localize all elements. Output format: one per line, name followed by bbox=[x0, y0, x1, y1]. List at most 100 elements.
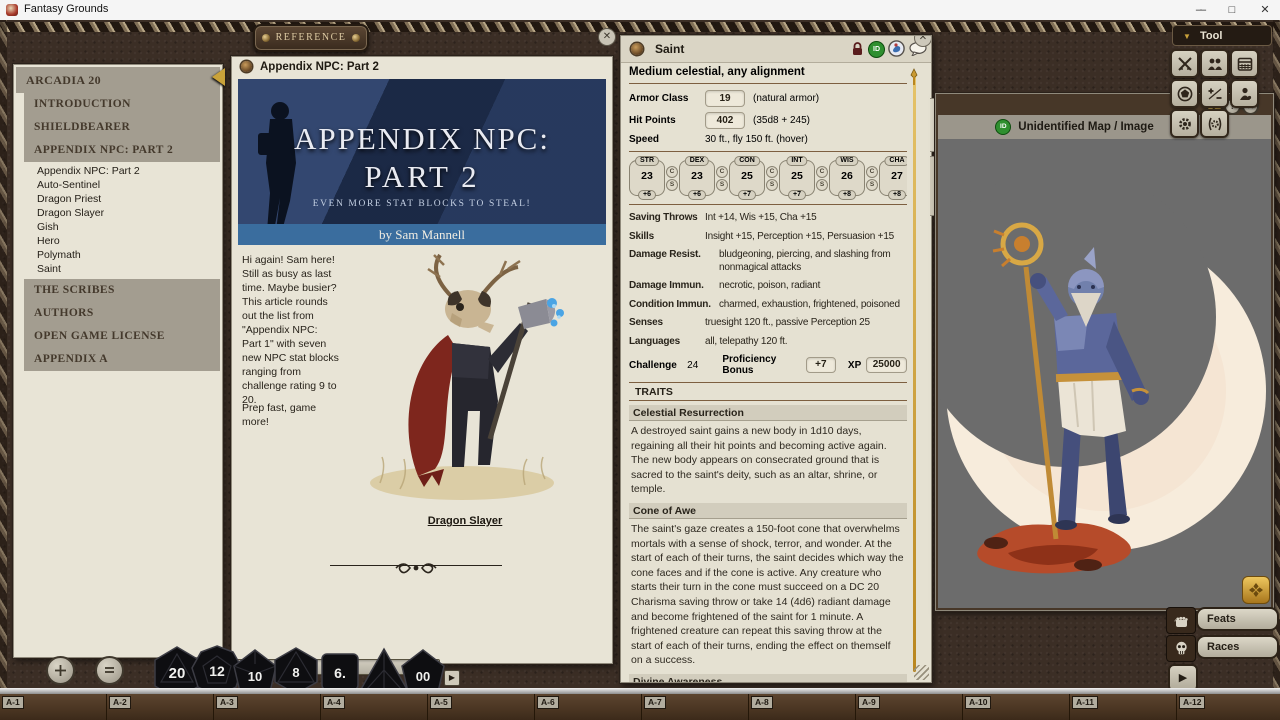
sidebar-item-open-game-license[interactable]: OPEN GAME LICENSE bbox=[24, 325, 220, 348]
sidebar-item-appendix-npc2[interactable]: APPENDIX NPC: PART 2 bbox=[24, 139, 220, 162]
die-d6[interactable]: 6. bbox=[319, 651, 361, 693]
saint-window-titlebar[interactable]: Saint ID ✕ bbox=[621, 36, 931, 63]
saint-scrollbar[interactable] bbox=[913, 76, 916, 672]
feats-icon-tile[interactable] bbox=[1166, 607, 1196, 634]
token-icon[interactable] bbox=[888, 40, 905, 57]
ability-mod[interactable]: +8 bbox=[888, 190, 906, 200]
sidebar-item-auto-sentinel[interactable]: Auto-Sentinel bbox=[24, 178, 223, 192]
maximize-button[interactable]: □ bbox=[1217, 0, 1247, 20]
ability-save-button[interactable]: S bbox=[666, 179, 678, 191]
races-icon-tile[interactable] bbox=[1166, 635, 1196, 662]
sidebar-item-gish[interactable]: Gish bbox=[24, 220, 223, 234]
ability-check-button[interactable]: C bbox=[866, 166, 878, 178]
effects-icon[interactable] bbox=[1200, 109, 1229, 138]
reference-index-panel: ARCADIA 20 INTRODUCTION SHIELDBEARER APP… bbox=[13, 64, 223, 658]
hotkey-slot[interactable]: A-7 bbox=[642, 694, 749, 720]
feats-button[interactable]: Feats bbox=[1196, 607, 1279, 631]
sidebar-item-saint[interactable]: Saint bbox=[24, 262, 223, 276]
sidebar-item-polymath[interactable]: Polymath bbox=[24, 248, 223, 262]
reference-window-title: Appendix NPC: Part 2 bbox=[260, 61, 379, 73]
reference-close-icon[interactable]: ✕ bbox=[598, 28, 616, 46]
calendar-icon[interactable] bbox=[1230, 49, 1259, 78]
hotkey-slot[interactable]: A-1 bbox=[0, 694, 107, 720]
sidebar-item-dragon-slayer[interactable]: Dragon Slayer bbox=[24, 206, 223, 220]
sidebar-item-appendix-a[interactable]: APPENDIX A bbox=[24, 348, 220, 371]
stat-row: Damage Resist.bludgeoning, piercing, and… bbox=[629, 249, 907, 274]
hotkey-slot[interactable]: A-5 bbox=[428, 694, 535, 720]
ac-field[interactable]: 19 bbox=[705, 90, 745, 107]
sidebar-item-introduction[interactable]: INTRODUCTION bbox=[24, 93, 220, 116]
hotkey-slot[interactable]: A-4 bbox=[321, 694, 428, 720]
hotkey-label: A-4 bbox=[323, 696, 345, 709]
ability-save-button[interactable]: S bbox=[716, 179, 728, 191]
ability-score[interactable]: 27 bbox=[880, 170, 907, 182]
map-layers-button[interactable] bbox=[1242, 576, 1270, 604]
sidebar-item-hero[interactable]: Hero bbox=[24, 234, 223, 248]
lock-icon[interactable] bbox=[851, 41, 864, 56]
ability-check-button[interactable]: C bbox=[666, 166, 678, 178]
svg-text:8: 8 bbox=[292, 665, 299, 680]
sidebar-item-appendix-npc2-page[interactable]: Appendix NPC: Part 2 bbox=[24, 164, 223, 178]
dice-icon[interactable] bbox=[1170, 79, 1199, 108]
radio-pin-icon[interactable] bbox=[631, 43, 643, 55]
ability-save-button[interactable]: S bbox=[866, 179, 878, 191]
map-image-celestial-saint[interactable] bbox=[938, 139, 1271, 608]
hotkey-slot[interactable]: A-6 bbox=[535, 694, 642, 720]
options-gear-icon[interactable] bbox=[1170, 109, 1199, 138]
party-icon[interactable] bbox=[1200, 49, 1229, 78]
image-caption-link[interactable]: Dragon Slayer bbox=[340, 515, 590, 527]
id-badge-icon[interactable]: ID bbox=[868, 41, 885, 58]
zoom-extents-button[interactable] bbox=[46, 656, 75, 685]
hotkey-slot[interactable]: A-2 bbox=[107, 694, 214, 720]
window-title: Fantasy Grounds bbox=[24, 3, 108, 15]
sidebar-collapse-arrow-icon[interactable] bbox=[212, 68, 225, 86]
reference-window-titlebar[interactable]: Appendix NPC: Part 2 bbox=[232, 57, 612, 79]
ability-score[interactable]: 25 bbox=[730, 170, 764, 182]
combat-swords-icon[interactable] bbox=[1170, 49, 1199, 78]
ability-score[interactable]: 25 bbox=[780, 170, 814, 182]
tool-panel-label: Tool bbox=[1200, 30, 1222, 42]
os-titlebar[interactable]: Fantasy Grounds – – □ ✕ bbox=[0, 0, 1280, 21]
sidebar-item-arcadia20[interactable]: ARCADIA 20 bbox=[16, 67, 220, 93]
sidebar-item-shieldbearer[interactable]: SHIELDBEARER bbox=[24, 116, 220, 139]
ability-mod[interactable]: +8 bbox=[838, 190, 856, 200]
hotkey-slot[interactable]: A-3 bbox=[214, 694, 321, 720]
ability-save-button[interactable]: S bbox=[816, 179, 828, 191]
divider bbox=[629, 204, 907, 205]
tool-panel-plaque[interactable]: ▼ Tool bbox=[1172, 25, 1272, 46]
hotkey-slot[interactable]: A-10 bbox=[963, 694, 1070, 720]
hp-field[interactable]: 402 bbox=[705, 112, 745, 129]
modifiers-icon[interactable] bbox=[1200, 79, 1229, 108]
hotkey-slot[interactable]: A-8 bbox=[749, 694, 856, 720]
sidebar-item-the-scribes[interactable]: THE SCRIBES bbox=[24, 279, 220, 302]
window-stack-button[interactable] bbox=[95, 656, 124, 685]
radio-pin-icon[interactable] bbox=[241, 61, 252, 72]
close-button[interactable]: ✕ bbox=[1250, 0, 1280, 20]
hotkey-slot[interactable]: A-9 bbox=[856, 694, 963, 720]
ability-check-button[interactable]: C bbox=[716, 166, 728, 178]
ability-save-button[interactable]: S bbox=[766, 179, 778, 191]
sidebar-item-authors[interactable]: AUTHORS bbox=[24, 302, 220, 325]
ability-mod[interactable]: +6 bbox=[638, 190, 656, 200]
ability-mod[interactable]: +7 bbox=[738, 190, 756, 200]
sidebar-item-dragon-priest[interactable]: Dragon Priest bbox=[24, 192, 223, 206]
prof-bonus-field[interactable]: +7 bbox=[806, 357, 836, 373]
dice-tray-expand-button[interactable]: ▶ bbox=[444, 670, 460, 686]
ability-score[interactable]: 26 bbox=[830, 170, 864, 182]
ability-score[interactable]: 23 bbox=[680, 170, 714, 182]
hotkey-label: A-9 bbox=[858, 696, 880, 709]
ability-mod[interactable]: +7 bbox=[788, 190, 806, 200]
resize-grip[interactable] bbox=[914, 665, 929, 680]
reference-tab-plaque[interactable]: REFERENCE bbox=[253, 24, 369, 52]
hotkey-slot[interactable]: A-12 bbox=[1177, 694, 1280, 720]
xp-field[interactable]: 25000 bbox=[866, 357, 907, 373]
minimize-button[interactable]: – bbox=[1184, 0, 1214, 20]
ability-check-button[interactable]: C bbox=[766, 166, 778, 178]
ability-mod[interactable]: +6 bbox=[688, 190, 706, 200]
saint-close-icon[interactable]: ✕ bbox=[914, 35, 932, 47]
ability-score[interactable]: 23 bbox=[630, 170, 664, 182]
hotkey-slot[interactable]: A-11 bbox=[1070, 694, 1177, 720]
ability-check-button[interactable]: C bbox=[816, 166, 828, 178]
character-icon[interactable] bbox=[1230, 79, 1259, 108]
races-button[interactable]: Races bbox=[1196, 635, 1279, 659]
